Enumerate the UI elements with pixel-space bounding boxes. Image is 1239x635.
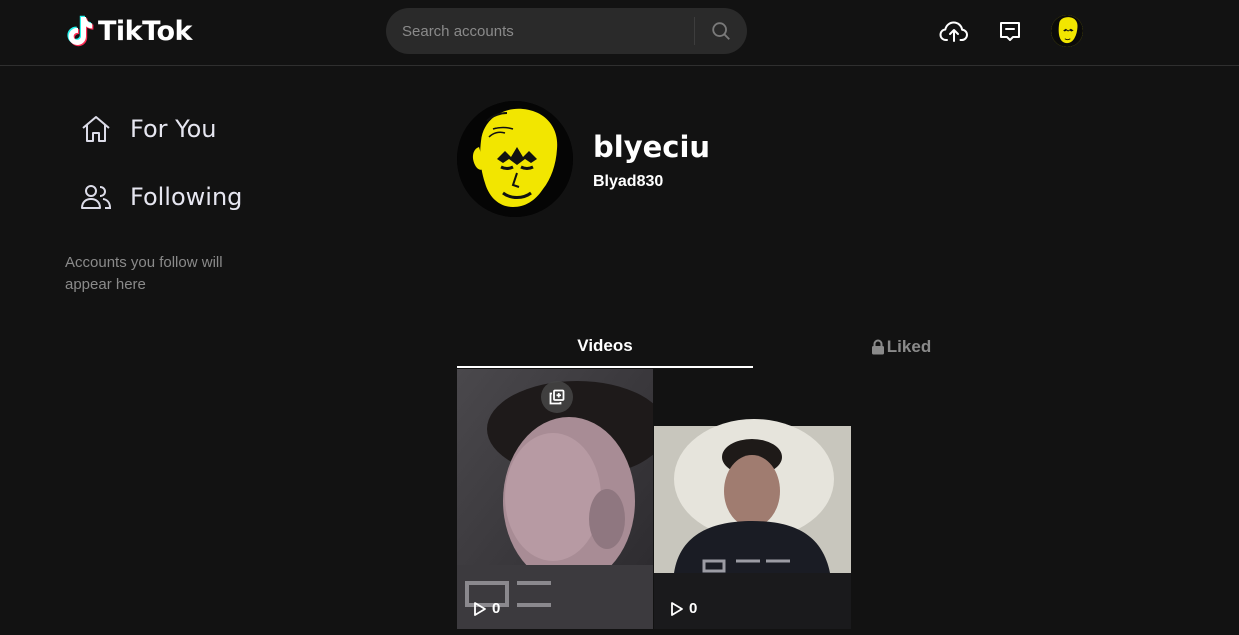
profile-tabs: Videos Liked xyxy=(457,330,1049,368)
search-button[interactable] xyxy=(695,8,747,54)
user-avatar[interactable] xyxy=(1051,15,1083,47)
following-empty-note: Accounts you follow will appear here xyxy=(65,254,223,293)
tab-label: Liked xyxy=(886,337,932,356)
profile-nickname: Blyad830 xyxy=(593,173,664,190)
view-count-value: 0 xyxy=(689,600,698,617)
upload-button[interactable] xyxy=(939,17,969,47)
view-count: 0 xyxy=(473,600,500,617)
play-icon xyxy=(671,601,683,616)
sidebar-item-for-you[interactable]: For You xyxy=(80,109,217,149)
view-count-value: 0 xyxy=(492,600,501,617)
multi-video-badge xyxy=(541,381,573,413)
lock-icon xyxy=(871,339,884,355)
top-bar: TikTok xyxy=(0,0,1239,66)
search-icon xyxy=(712,22,730,40)
upload-icon xyxy=(939,21,968,42)
tiktok-logo[interactable]: TikTok xyxy=(66,14,192,48)
video-thumbnail[interactable]: 0 xyxy=(654,369,851,629)
tiktok-note-icon xyxy=(67,15,94,47)
video-thumbnail[interactable]: 0 xyxy=(457,369,653,629)
sidebar-item-following[interactable]: Following xyxy=(80,177,242,217)
video-thumbnail-image xyxy=(654,369,851,629)
play-icon xyxy=(474,601,486,616)
duplicate-icon xyxy=(549,389,565,405)
profile-username: blyeciu xyxy=(593,130,711,164)
inbox-icon xyxy=(1000,22,1020,41)
home-icon xyxy=(82,116,110,142)
profile-avatar-image xyxy=(457,101,573,217)
sidebar-item-label: For You xyxy=(130,115,217,143)
search-input[interactable] xyxy=(386,8,694,54)
sidebar-item-label: Following xyxy=(130,183,243,211)
avatar-image xyxy=(1051,15,1083,47)
tab-videos[interactable]: Videos xyxy=(457,330,753,368)
view-count: 0 xyxy=(670,600,697,617)
search-bar xyxy=(386,8,747,54)
tab-label: Videos xyxy=(577,336,633,355)
profile-avatar xyxy=(457,101,573,217)
people-icon xyxy=(81,185,112,209)
logo-text: TikTok xyxy=(98,15,192,47)
tab-liked[interactable]: Liked xyxy=(753,330,1049,368)
inbox-button[interactable] xyxy=(995,17,1025,47)
